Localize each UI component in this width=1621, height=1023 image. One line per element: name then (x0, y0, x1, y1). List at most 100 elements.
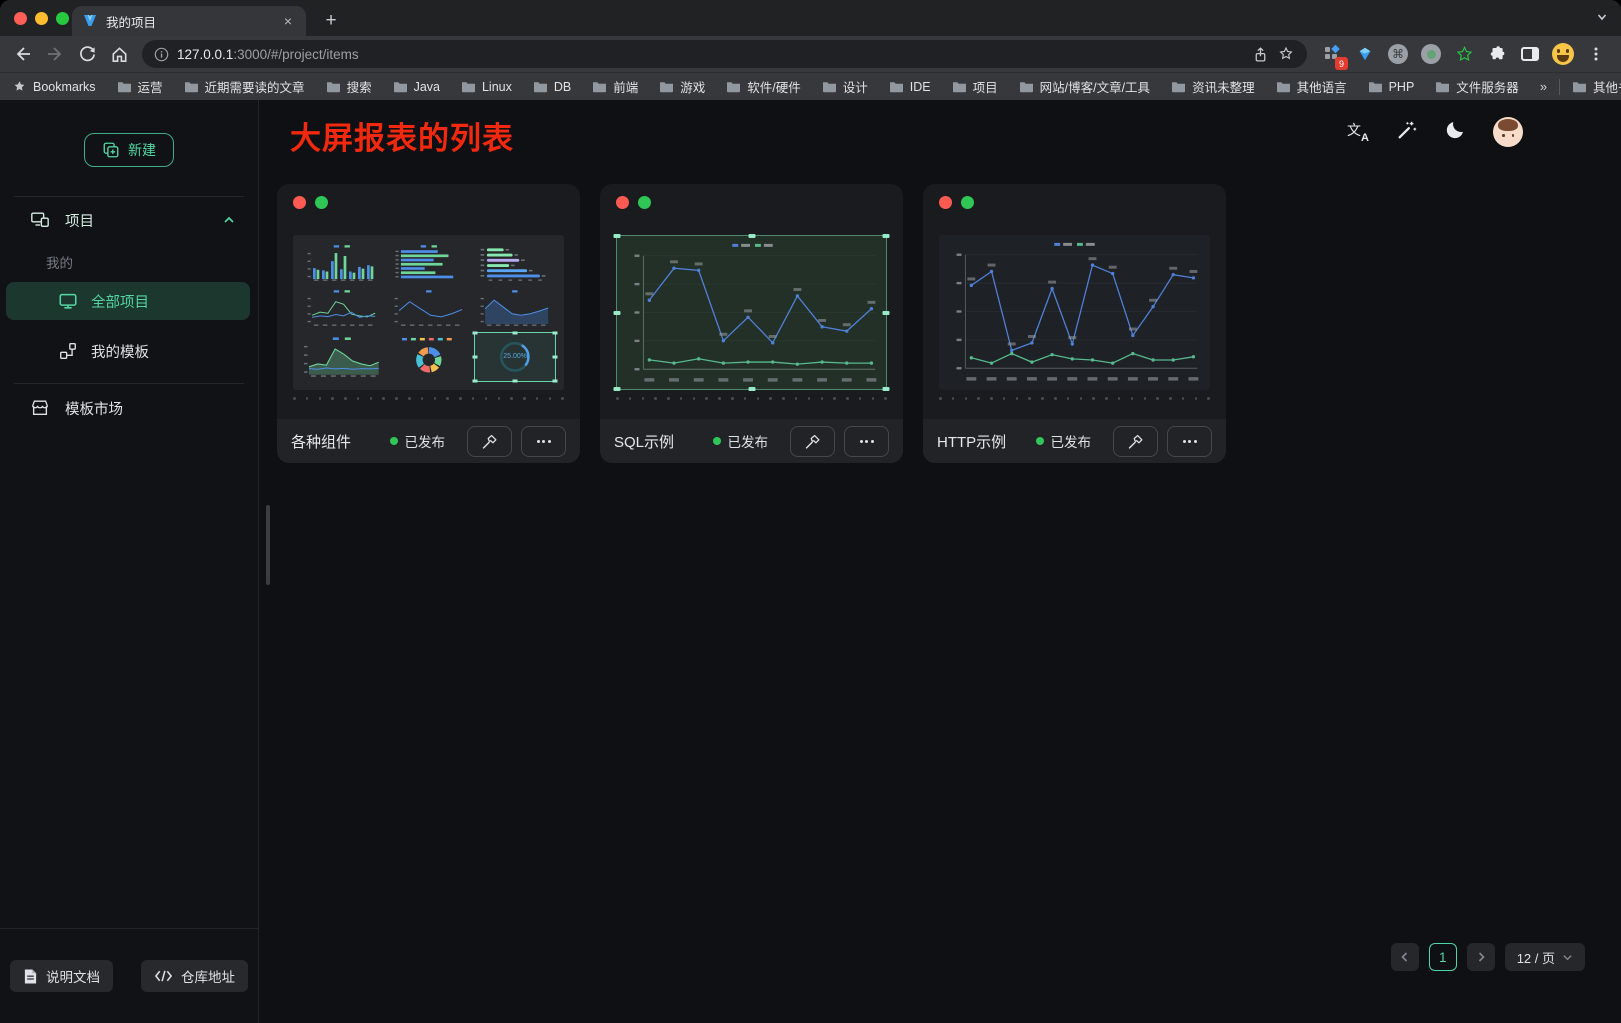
extension-grid-icon[interactable]: 9 (1319, 41, 1345, 67)
profile-avatar-icon[interactable] (1550, 41, 1576, 67)
selection-handle[interactable] (883, 234, 890, 238)
extension-star-icon[interactable] (1451, 41, 1477, 67)
bookmark-folder[interactable]: 游戏 (659, 77, 705, 96)
user-avatar[interactable] (1493, 117, 1523, 147)
project-preview-thumbnail[interactable] (939, 235, 1210, 390)
reload-button[interactable] (72, 39, 102, 69)
bookmark-folder[interactable]: Linux (461, 80, 512, 94)
sidebar-item-template-market[interactable]: 模板市场 (30, 391, 236, 425)
project-card[interactable]: SQL示例 已发布 (600, 184, 903, 463)
red-dot (293, 196, 306, 209)
forward-button[interactable] (40, 39, 70, 69)
selection-handle[interactable] (883, 311, 890, 315)
new-tab-button[interactable]: + (318, 8, 344, 34)
selection-handle[interactable] (513, 380, 518, 383)
bookmark-folder[interactable]: 软件/硬件 (726, 77, 800, 96)
prev-page-button[interactable] (1391, 943, 1419, 971)
tab-close-icon[interactable]: × (280, 13, 296, 29)
project-card[interactable]: HTTP示例 已发布 (923, 184, 1226, 463)
mini-chart-bargroup (301, 243, 383, 283)
repo-button[interactable]: 仓库地址 (141, 960, 248, 992)
bookmark-folder[interactable]: 网站/博客/文章/工具 (1019, 77, 1150, 96)
edit-project-button[interactable] (1113, 426, 1158, 457)
sidebar-item-all-projects[interactable]: 全部项目 (6, 282, 250, 320)
dot (561, 397, 564, 400)
bookmark-folder[interactable]: 项目 (952, 77, 998, 96)
extension-record-icon[interactable] (1418, 41, 1444, 67)
bookmark-folder[interactable]: 近期需要读的文章 (184, 77, 305, 96)
share-icon[interactable] (1252, 46, 1269, 63)
bookmark-folder[interactable]: PHP (1368, 80, 1415, 94)
theme-wand-icon[interactable] (1396, 119, 1418, 146)
bookmark-folder[interactable]: 文件服务器 (1435, 77, 1519, 96)
selection-handle[interactable] (552, 380, 557, 383)
bookmark-folder[interactable]: 其他语言 (1276, 77, 1347, 96)
home-button[interactable] (104, 39, 134, 69)
page-size-select[interactable]: 12 / 页 (1505, 943, 1585, 971)
bookmark-folder[interactable]: IDE (889, 80, 931, 94)
extension-gem-icon[interactable] (1352, 41, 1378, 67)
tab-search-icon[interactable] (1595, 10, 1609, 29)
chevron-up-icon[interactable] (222, 213, 236, 227)
docs-button[interactable]: 说明文档 (10, 960, 113, 992)
status-badge: 已发布 (390, 431, 446, 451)
mini-chart-line2 (301, 288, 383, 328)
current-page-button[interactable]: 1 (1429, 943, 1457, 971)
selection-handle[interactable] (552, 332, 557, 335)
other-bookmarks[interactable]: 其他书签 (1572, 77, 1621, 96)
close-window-button[interactable] (14, 12, 27, 25)
more-actions-button[interactable] (521, 426, 566, 457)
bookmark-folder[interactable]: DB (533, 80, 571, 94)
gauge-widget-selected[interactable]: 25.00% (474, 332, 556, 382)
dark-mode-moon-icon[interactable] (1445, 119, 1466, 145)
sidebar-item-my-templates[interactable]: 我的模板 (6, 332, 250, 370)
extensions-puzzle-icon[interactable] (1484, 41, 1510, 67)
selection-handle[interactable] (614, 387, 621, 391)
address-bar[interactable]: 127.0.0.1:3000/#/project/items (142, 40, 1307, 68)
dot (990, 397, 993, 400)
bookmark-star-icon[interactable] (1277, 45, 1295, 63)
browser-tab[interactable]: 我的项目 × (72, 6, 306, 36)
selection-handle[interactable] (883, 387, 890, 391)
zoom-window-button[interactable] (56, 12, 69, 25)
selection-handle[interactable] (748, 234, 755, 238)
browser-menu-icon[interactable] (1583, 41, 1609, 67)
site-info-icon[interactable] (154, 47, 169, 62)
bookmark-folder[interactable]: 运营 (117, 77, 163, 96)
language-icon[interactable]: 文A (1347, 121, 1369, 143)
next-page-button[interactable] (1467, 943, 1495, 971)
project-preview-thumbnail[interactable] (616, 235, 887, 390)
bookmarks-overflow-icon[interactable]: » (1540, 79, 1547, 94)
edit-project-button[interactable] (467, 426, 512, 457)
minimize-window-button[interactable] (35, 12, 48, 25)
back-button[interactable] (8, 39, 38, 69)
selection-handle[interactable] (614, 234, 621, 238)
dot (1118, 397, 1121, 400)
side-panel-icon[interactable] (1517, 41, 1543, 67)
selection-handle[interactable] (473, 332, 478, 335)
monitor-icon (58, 291, 78, 311)
edit-project-button[interactable] (790, 426, 835, 457)
bookmark-item-starred[interactable]: Bookmarks (12, 79, 96, 94)
selection-handle[interactable] (473, 380, 478, 383)
more-actions-button[interactable] (844, 426, 889, 457)
new-project-button[interactable]: 新建 (84, 133, 174, 167)
project-card[interactable]: 25.00% 各种组件 已发布 (277, 184, 580, 463)
selection-handle[interactable] (614, 311, 621, 315)
extension-command-icon[interactable]: ⌘ (1385, 41, 1411, 67)
dot (331, 397, 334, 400)
docs-button-label: 说明文档 (46, 966, 100, 986)
selection-handle[interactable] (513, 332, 518, 335)
bookmark-folder[interactable]: 资讯未整理 (1171, 77, 1255, 96)
dot (629, 397, 632, 400)
dot (859, 397, 862, 400)
selection-handle[interactable] (748, 387, 755, 391)
bookmark-folder[interactable]: 搜索 (326, 77, 372, 96)
sidebar-section-project[interactable]: 项目 (30, 204, 236, 236)
bookmark-folder[interactable]: Java (393, 80, 440, 94)
bookmark-folder[interactable]: 设计 (822, 77, 868, 96)
scrollbar-thumb[interactable] (266, 505, 270, 585)
bookmark-folder[interactable]: 前端 (592, 77, 638, 96)
project-preview-thumbnail[interactable]: 25.00% (293, 235, 564, 390)
more-actions-button[interactable] (1167, 426, 1212, 457)
